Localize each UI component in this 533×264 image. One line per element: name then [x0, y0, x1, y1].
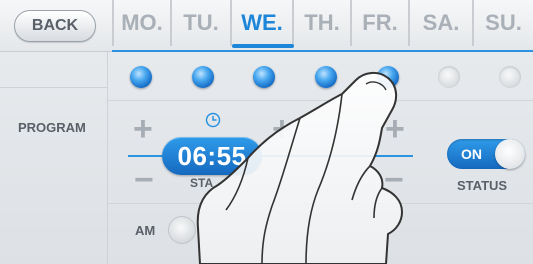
- increase-hour-button[interactable]: +: [133, 112, 153, 146]
- left-sidebar: PROGRAM: [0, 52, 108, 264]
- sidebar-divider: [0, 87, 108, 88]
- program-slot-dot-6[interactable]: [438, 66, 460, 88]
- program-label: PROGRAM: [18, 120, 86, 135]
- active-day-indicator: [232, 44, 294, 48]
- day-tabs: MO. TU. WE. TH. FR. SA. SU.: [112, 0, 533, 46]
- time-display[interactable]: 06:55: [162, 137, 262, 175]
- am-label: AM: [135, 223, 156, 238]
- status-label: STATUS: [457, 178, 508, 193]
- start-label: STA: [190, 176, 214, 190]
- toggle-knob[interactable]: [495, 139, 525, 169]
- program-slot-dot-1[interactable]: [130, 66, 152, 88]
- increase-value-button[interactable]: +: [385, 112, 405, 146]
- decrease-value-button[interactable]: −: [384, 163, 404, 197]
- program-slot-dot-5[interactable]: [377, 66, 399, 88]
- tab-tuesday[interactable]: TU.: [170, 0, 230, 46]
- status-toggle[interactable]: ON: [447, 139, 525, 169]
- clock-icon: [205, 112, 221, 128]
- program-slot-dot-3[interactable]: [253, 66, 275, 88]
- tab-wednesday[interactable]: WE.: [230, 0, 292, 46]
- tab-friday[interactable]: FR.: [350, 0, 408, 46]
- am-row-divider: [108, 203, 533, 204]
- tab-monday[interactable]: MO.: [112, 0, 170, 46]
- program-slot-dot-2[interactable]: [192, 66, 214, 88]
- day-selector-bar: BACK MO. TU. WE. TH. FR. SA. SU.: [0, 0, 533, 52]
- tab-saturday[interactable]: SA.: [408, 0, 472, 46]
- tab-sunday[interactable]: SU.: [472, 0, 533, 46]
- increase-minute-button[interactable]: +: [272, 112, 292, 146]
- tab-thursday[interactable]: TH.: [292, 0, 350, 46]
- header-divider: [112, 50, 533, 52]
- toggle-on-label: ON: [461, 146, 482, 162]
- program-slot-dot-7[interactable]: [499, 66, 521, 88]
- back-button[interactable]: BACK: [14, 10, 96, 42]
- program-slot-dot-4[interactable]: [315, 66, 337, 88]
- am-radio[interactable]: [168, 216, 196, 244]
- row-divider: [108, 100, 533, 101]
- decrease-hour-button[interactable]: −: [134, 163, 154, 197]
